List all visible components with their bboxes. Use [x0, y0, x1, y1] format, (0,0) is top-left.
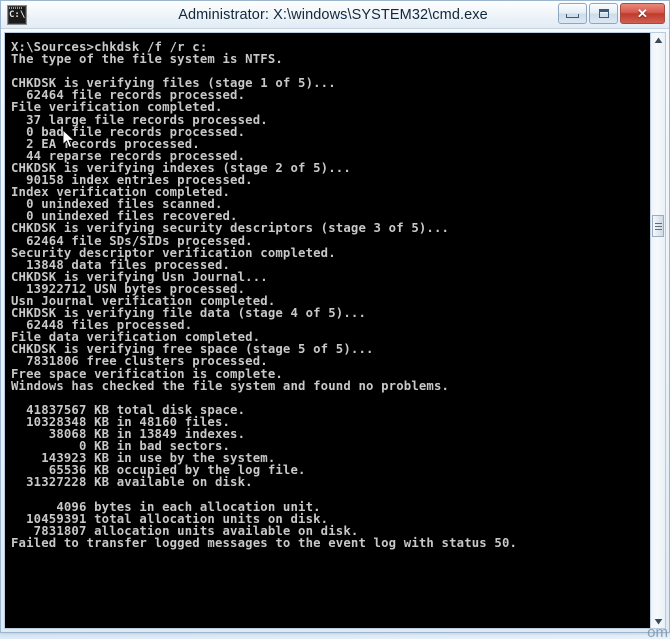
maximize-button[interactable] [589, 3, 618, 24]
thumb-grip-line [654, 228, 662, 230]
thumb-grip-line [654, 222, 662, 224]
window-client-area: X:\Sources>chkdsk /f /r c: The type of t… [1, 29, 669, 633]
scrollbar-track[interactable] [651, 47, 665, 614]
window-controls: ✕ [558, 3, 665, 24]
close-icon: ✕ [637, 6, 648, 21]
scrollbar-thumb[interactable] [652, 215, 664, 237]
maximize-icon [598, 9, 609, 18]
minimize-button[interactable] [558, 3, 587, 24]
minimize-icon [566, 13, 579, 18]
console-output-area[interactable]: X:\Sources>chkdsk /f /r c: The type of t… [4, 32, 650, 629]
console-text: X:\Sources>chkdsk /f /r c: The type of t… [11, 40, 518, 550]
icon-prompt-glyph: C:\. [9, 10, 31, 20]
command-prompt-window: C:\. Administrator: X:\windows\SYSTEM32\… [0, 0, 670, 633]
desktop-watermark-text: om [647, 624, 668, 639]
close-button[interactable]: ✕ [620, 3, 665, 24]
scroll-up-arrow-icon[interactable] [651, 33, 665, 47]
desktop-background: C:\. Administrator: X:\windows\SYSTEM32\… [0, 0, 670, 639]
cmd-console-icon: C:\. [7, 5, 31, 25]
icon-titlebar-stripe [9, 7, 23, 9]
console-vertical-scrollbar[interactable] [650, 32, 666, 629]
thumb-grip-line [654, 225, 662, 227]
window-titlebar[interactable]: C:\. Administrator: X:\windows\SYSTEM32\… [1, 1, 669, 29]
